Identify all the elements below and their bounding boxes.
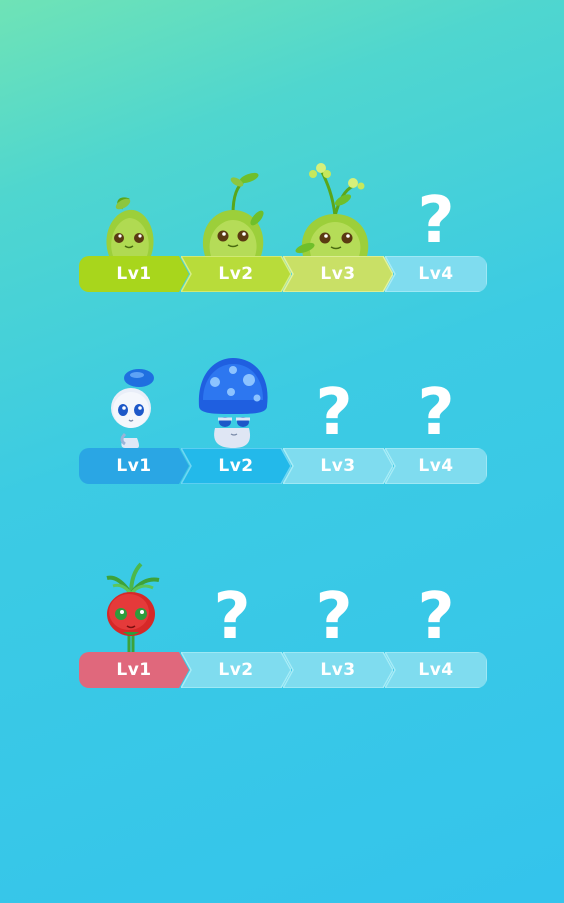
level-label: Lv2	[218, 660, 254, 680]
character-row-mushroom: ? ?	[79, 348, 487, 448]
question-mark-glyph: ?	[417, 184, 454, 256]
level-bar-radish: Lv1 Lv2 Lv3 Lv4	[79, 652, 487, 688]
level-segment-lv4[interactable]: Lv4	[385, 652, 487, 688]
level-segment-lv3[interactable]: Lv3	[283, 652, 393, 688]
level-label: Lv4	[418, 456, 454, 476]
locked-question-mark: ?	[385, 156, 487, 256]
level-segment-lv3[interactable]: Lv3	[283, 448, 393, 484]
level-label: Lv2	[218, 456, 254, 476]
level-label: Lv4	[418, 264, 454, 284]
level-label: Lv3	[320, 660, 356, 680]
level-segment-lv4[interactable]: Lv4	[385, 448, 487, 484]
sprout-lv1-character[interactable]	[79, 156, 181, 256]
question-mark-glyph: ?	[315, 376, 352, 448]
locked-question-mark: ?	[385, 552, 487, 652]
character-row-sprout: ?	[79, 156, 487, 256]
radish-lv1-character[interactable]	[79, 552, 181, 652]
sprout-lv2-character[interactable]	[181, 156, 283, 256]
level-bar-sprout: Lv1 Lv2 Lv3 Lv4	[79, 256, 487, 292]
level-segment-lv1[interactable]: Lv1	[79, 652, 189, 688]
locked-question-mark: ?	[385, 348, 487, 448]
level-segment-lv1[interactable]: Lv1	[79, 448, 189, 484]
level-segment-lv4[interactable]: Lv4	[385, 256, 487, 292]
level-label: Lv3	[320, 264, 356, 284]
question-mark-glyph: ?	[417, 376, 454, 448]
level-segment-lv1[interactable]: Lv1	[79, 256, 189, 292]
evolution-track-radish: ? ? ? Lv1 Lv2 Lv3 Lv4	[79, 562, 487, 688]
level-label: Lv2	[218, 264, 254, 284]
character-row-radish: ? ? ?	[79, 552, 487, 652]
level-segment-lv3[interactable]: Lv3	[283, 256, 393, 292]
level-bar-mushroom: Lv1 Lv2 Lv3 Lv4	[79, 448, 487, 484]
mushroom-lv1-character[interactable]	[79, 348, 181, 448]
level-label: Lv1	[116, 660, 152, 680]
evolution-track-mushroom: ? ? Lv1 Lv2 Lv3 Lv4	[79, 358, 487, 484]
level-label: Lv1	[116, 264, 152, 284]
mushroom-lv2-character[interactable]	[181, 348, 283, 448]
question-mark-glyph: ?	[213, 580, 250, 652]
question-mark-glyph: ?	[417, 580, 454, 652]
question-mark-glyph: ?	[315, 580, 352, 652]
level-label: Lv3	[320, 456, 356, 476]
level-label: Lv1	[116, 456, 152, 476]
level-segment-lv2[interactable]: Lv2	[181, 652, 291, 688]
locked-question-mark: ?	[283, 552, 385, 652]
locked-question-mark: ?	[283, 348, 385, 448]
locked-question-mark: ?	[181, 552, 283, 652]
sprout-lv3-character[interactable]	[283, 156, 385, 256]
level-label: Lv4	[418, 660, 454, 680]
evolution-track-sprout: ? Lv1 Lv2 Lv3 Lv4	[79, 163, 487, 292]
level-segment-lv2[interactable]: Lv2	[181, 448, 291, 484]
level-segment-lv2[interactable]: Lv2	[181, 256, 291, 292]
